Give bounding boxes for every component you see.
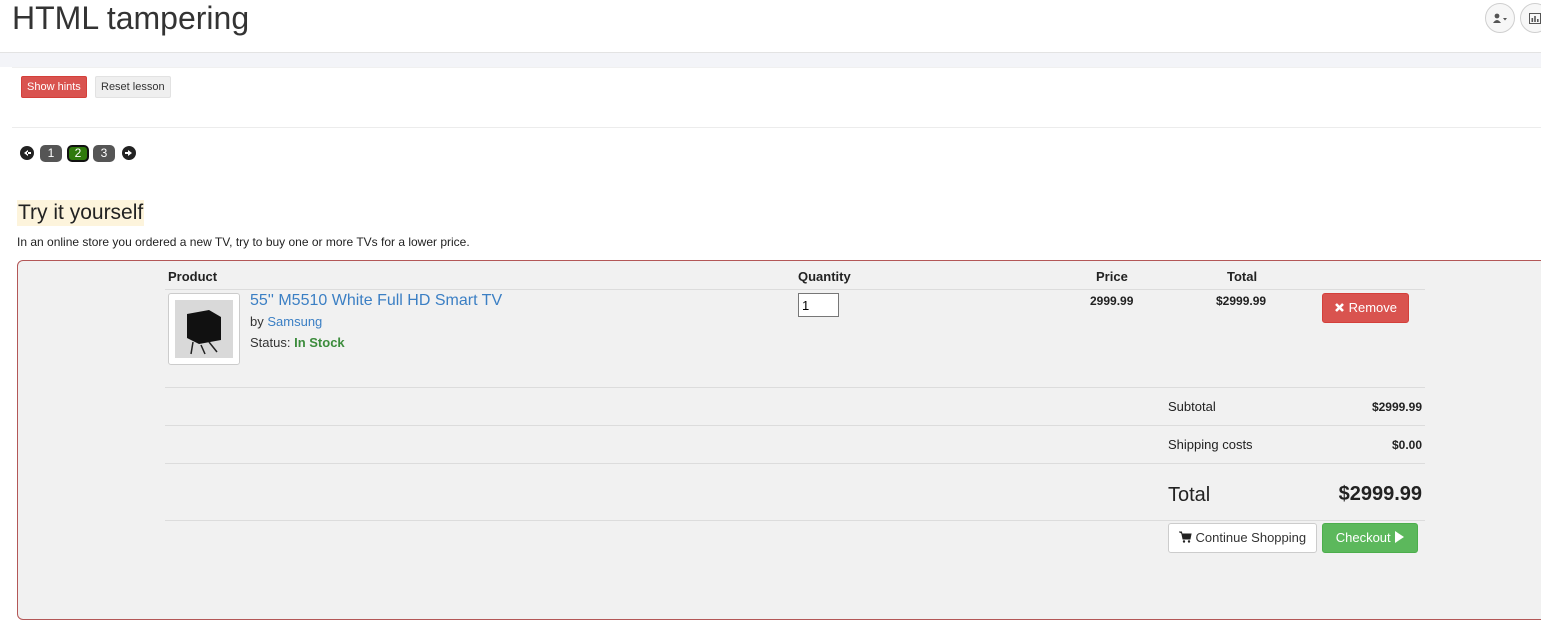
bar-chart-icon [1529,12,1541,24]
previous-page-button[interactable] [20,146,34,160]
stats-button[interactable] [1520,3,1541,33]
subtotal-label: Subtotal [1168,399,1216,414]
row-divider [165,425,1425,426]
user-icon [1493,13,1507,23]
row-divider [165,463,1425,464]
remove-label: Remove [1348,300,1398,315]
by-label: by [250,314,264,329]
header-band [0,53,1541,67]
page-2-button[interactable]: 2 [67,145,89,162]
next-page-button[interactable] [122,146,136,160]
total-label: Total [1168,484,1211,506]
subtotal-value: $2999.99 [1371,400,1422,414]
arrow-left-icon [24,150,31,156]
reset-lesson-button[interactable]: Reset lesson [95,76,171,98]
lesson-toolbar-card [12,67,1541,128]
page-3-button[interactable]: 3 [93,145,115,162]
row-divider [165,289,1425,290]
tv-image [175,300,233,358]
user-menu-button[interactable] [1485,3,1515,33]
lesson-intro: In an online store you ordered a new TV,… [17,235,470,249]
arrow-right-icon [125,150,132,156]
item-total: $2999.99 [1216,294,1267,308]
continue-shopping-label: Continue Shopping [1195,530,1307,545]
brand-link[interactable]: Samsung [267,314,322,329]
play-icon [1395,531,1405,544]
page-1-button[interactable]: 1 [40,145,62,162]
shipping-label: Shipping costs [1168,437,1253,452]
quantity-input[interactable] [798,293,839,317]
status-label: Status: [250,335,291,350]
continue-shopping-button[interactable]: Continue Shopping [1168,523,1317,553]
close-icon [1335,302,1344,312]
remove-item-button[interactable]: Remove [1322,293,1409,323]
section-title: Try it yourself [17,200,145,226]
row-divider [165,520,1425,521]
item-price: 2999.99 [1090,294,1134,308]
product-status: Status: In Stock [250,335,345,350]
shipping-value: $0.00 [1391,438,1422,452]
checkout-label: Checkout [1335,530,1391,545]
product-brand-line: by Samsung [250,314,322,329]
status-badge: In Stock [294,335,345,350]
row-divider [165,387,1425,388]
product-name-link[interactable]: 55'' M5510 White Full HD Smart TV [250,292,502,310]
show-hints-button[interactable]: Show hints [21,76,87,98]
column-header-price: Price [1096,269,1128,284]
page-title: HTML tampering [12,0,250,36]
checkout-button[interactable]: Checkout [1322,523,1418,553]
shopping-cart-icon [1178,531,1192,543]
total-value: $2999.99 [1338,483,1422,505]
column-header-product: Product [168,269,218,284]
column-header-quantity: Quantity [798,269,851,284]
cart-panel [17,260,1541,620]
column-header-total: Total [1227,269,1258,284]
product-thumbnail[interactable] [168,293,240,365]
